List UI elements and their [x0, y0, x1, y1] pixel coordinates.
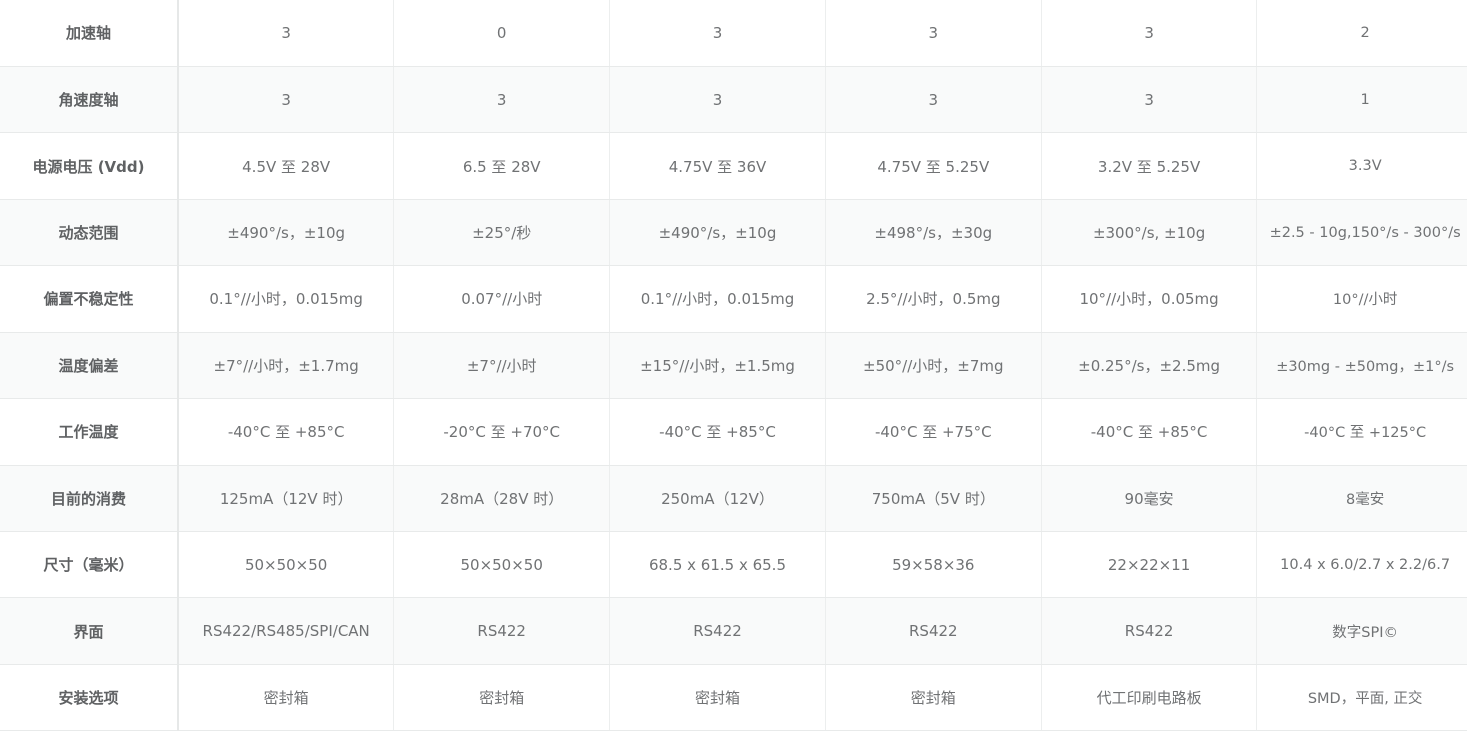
table-cell: 密封箱: [825, 664, 1042, 731]
table-row: 加速轴 3 0 3 3 3 2: [0, 0, 1467, 67]
table-cell: 密封箱: [609, 664, 826, 731]
table-cell: -40°C 至 +125°C: [1256, 398, 1467, 466]
table-row: 尺寸（毫米） 50×50×50 50×50×50 68.5 x 61.5 x 6…: [0, 531, 1467, 599]
table-cell: 59×58×36: [825, 531, 1042, 599]
table-row: 动态范围 ±490°/s，±10g ±25°/秒 ±490°/s，±10g ±4…: [0, 199, 1467, 267]
table-cell: RS422/RS485/SPI/CAN: [178, 597, 395, 665]
table-cell: 3.3V: [1256, 132, 1467, 200]
table-cell: 0.1°//小时，0.015mg: [609, 265, 826, 333]
table-cell: 3: [178, 0, 395, 67]
table-row: 偏置不稳定性 0.1°//小时，0.015mg 0.07°//小时 0.1°//…: [0, 265, 1467, 333]
row-label: 尺寸（毫米）: [0, 531, 179, 599]
table-cell: 0.07°//小时: [393, 265, 611, 333]
table-cell: 10°//小时，0.05mg: [1041, 265, 1258, 333]
table-cell: 0: [393, 0, 611, 67]
table-cell: ±2.5 - 10g,150°/s - 300°/s: [1256, 199, 1467, 267]
table-cell: ±300°/s, ±10g: [1041, 199, 1258, 267]
table-cell: ±0.25°/s，±2.5mg: [1041, 332, 1258, 400]
spec-table: 加速轴 3 0 3 3 3 2 角速度轴 3 3 3 3 3 1 电源电压 (V…: [0, 0, 1467, 731]
table-cell: 90毫安: [1041, 465, 1258, 533]
table-cell: RS422: [1041, 597, 1258, 665]
table-row: 目前的消费 125mA（12V 时） 28mA（28V 时） 250mA（12V…: [0, 465, 1467, 533]
row-label: 加速轴: [0, 0, 179, 67]
table-cell: ±498°/s，±30g: [825, 199, 1042, 267]
table-row: 角速度轴 3 3 3 3 3 1: [0, 66, 1467, 134]
table-cell: 3: [825, 66, 1042, 134]
table-row: 安装选项 密封箱 密封箱 密封箱 密封箱 代工印刷电路板 SMD，平面, 正交: [0, 664, 1467, 731]
table-cell: 4.5V 至 28V: [178, 132, 395, 200]
row-label: 安装选项: [0, 664, 179, 731]
table-cell: ±30mg - ±50mg，±1°/s: [1256, 332, 1467, 400]
row-label: 工作温度: [0, 398, 179, 466]
table-cell: RS422: [609, 597, 826, 665]
table-row: 界面 RS422/RS485/SPI/CAN RS422 RS422 RS422…: [0, 597, 1467, 665]
table-cell: 0.1°//小时，0.015mg: [178, 265, 395, 333]
table-cell: 代工印刷电路板: [1041, 664, 1258, 731]
table-cell: 8毫安: [1256, 465, 1467, 533]
table-cell: 6.5 至 28V: [393, 132, 611, 200]
table-cell: ±490°/s，±10g: [609, 199, 826, 267]
row-label: 电源电压 (Vdd): [0, 132, 179, 200]
table-cell: 125mA（12V 时）: [178, 465, 395, 533]
table-row: 温度偏差 ±7°//小时，±1.7mg ±7°//小时 ±15°//小时，±1.…: [0, 332, 1467, 400]
table-row: 电源电压 (Vdd) 4.5V 至 28V 6.5 至 28V 4.75V 至 …: [0, 132, 1467, 200]
table-cell: 密封箱: [178, 664, 395, 731]
table-cell: 10°//小时: [1256, 265, 1467, 333]
table-cell: 750mA（5V 时）: [825, 465, 1042, 533]
table-cell: ±15°//小时，±1.5mg: [609, 332, 826, 400]
table-cell: 1: [1256, 66, 1467, 134]
table-cell: -40°C 至 +75°C: [825, 398, 1042, 466]
table-cell: SMD，平面, 正交: [1256, 664, 1467, 731]
table-cell: RS422: [393, 597, 611, 665]
table-cell: 68.5 x 61.5 x 65.5: [609, 531, 826, 599]
row-label: 动态范围: [0, 199, 179, 267]
table-cell: ±490°/s，±10g: [178, 199, 395, 267]
table-cell: 4.75V 至 5.25V: [825, 132, 1042, 200]
table-cell: ±7°//小时: [393, 332, 611, 400]
row-label: 温度偏差: [0, 332, 179, 400]
row-label: 目前的消费: [0, 465, 179, 533]
table-row: 工作温度 -40°C 至 +85°C -20°C 至 +70°C -40°C 至…: [0, 398, 1467, 466]
table-cell: 50×50×50: [393, 531, 611, 599]
table-cell: ±25°/秒: [393, 199, 611, 267]
table-cell: 数字SPI©: [1256, 597, 1467, 665]
table-cell: 3: [609, 0, 826, 67]
table-cell: -20°C 至 +70°C: [393, 398, 611, 466]
table-cell: 3: [393, 66, 611, 134]
table-cell: 3: [1041, 66, 1258, 134]
table-cell: -40°C 至 +85°C: [609, 398, 826, 466]
row-label: 角速度轴: [0, 66, 179, 134]
table-cell: -40°C 至 +85°C: [1041, 398, 1258, 466]
table-cell: 4.75V 至 36V: [609, 132, 826, 200]
table-cell: ±50°//小时，±7mg: [825, 332, 1042, 400]
table-cell: 250mA（12V）: [609, 465, 826, 533]
table-cell: 50×50×50: [178, 531, 395, 599]
table-cell: 密封箱: [393, 664, 611, 731]
table-cell: 3: [825, 0, 1042, 67]
table-cell: 3: [1041, 0, 1258, 67]
table-cell: 28mA（28V 时）: [393, 465, 611, 533]
table-cell: 2: [1256, 0, 1467, 67]
row-label: 偏置不稳定性: [0, 265, 179, 333]
table-cell: ±7°//小时，±1.7mg: [178, 332, 395, 400]
table-cell: 10.4 x 6.0/2.7 x 2.2/6.7: [1256, 531, 1467, 599]
table-cell: 2.5°//小时，0.5mg: [825, 265, 1042, 333]
row-label: 界面: [0, 597, 179, 665]
table-cell: RS422: [825, 597, 1042, 665]
table-cell: 3: [609, 66, 826, 134]
table-cell: 22×22×11: [1041, 531, 1258, 599]
table-cell: 3.2V 至 5.25V: [1041, 132, 1258, 200]
table-cell: 3: [178, 66, 395, 134]
table-cell: -40°C 至 +85°C: [178, 398, 395, 466]
